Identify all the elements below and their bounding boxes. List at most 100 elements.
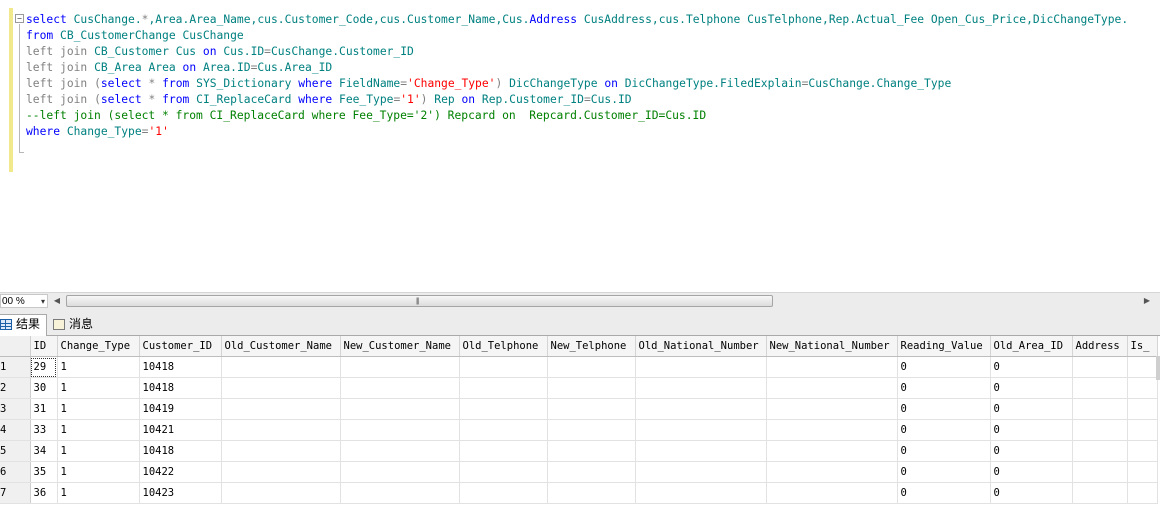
grid-cell[interactable] [635, 356, 767, 378]
grid-cell[interactable] [635, 461, 767, 483]
column-header[interactable]: Customer_ID [139, 336, 222, 357]
results-grid[interactable]: ID Change_Type Customer_ID Old_Customer_Nam… [0, 336, 1160, 507]
grid-cell[interactable] [1072, 398, 1128, 420]
grid-cell[interactable]: 0 [897, 482, 991, 504]
grid-cell[interactable] [221, 419, 341, 441]
grid-cell[interactable] [1072, 482, 1128, 504]
grid-cell[interactable] [766, 461, 898, 483]
grid-cell[interactable]: 10421 [139, 419, 222, 441]
grid-cell[interactable] [1127, 419, 1158, 441]
grid-cell[interactable] [221, 356, 341, 378]
table-row[interactable]: 2 30 1 10418 0 0 [0, 377, 1158, 399]
grid-cell[interactable] [221, 377, 341, 399]
row-number[interactable]: 6 [0, 461, 31, 483]
grid-cell[interactable]: 0 [897, 419, 991, 441]
column-header[interactable]: Address [1072, 336, 1128, 357]
grid-cell[interactable]: 0 [990, 398, 1073, 420]
column-header[interactable]: Old_National_Number [635, 336, 767, 357]
grid-cell[interactable] [340, 482, 460, 504]
grid-cell[interactable]: 0 [897, 356, 991, 378]
grid-cell[interactable]: 0 [990, 482, 1073, 504]
grid-cell[interactable]: 1 [57, 419, 140, 441]
grid-cell[interactable] [1072, 461, 1128, 483]
column-header[interactable]: Old_Telphone [459, 336, 548, 357]
grid-cell[interactable] [547, 398, 636, 420]
grid-cell[interactable] [635, 377, 767, 399]
zoom-dropdown[interactable]: 00 % ▾ [0, 294, 48, 308]
grid-cell[interactable] [340, 398, 460, 420]
table-row[interactable]: 6 35 1 10422 0 0 [0, 461, 1158, 483]
table-row[interactable]: 1 29 1 10418 0 0 [0, 356, 1158, 378]
grid-cell[interactable]: 0 [897, 377, 991, 399]
column-header[interactable]: Old_Area_ID [990, 336, 1073, 357]
grid-cell[interactable] [766, 440, 898, 462]
grid-cell[interactable] [340, 356, 460, 378]
grid-cell[interactable] [766, 419, 898, 441]
grid-cell[interactable] [221, 440, 341, 462]
grid-cell[interactable] [766, 398, 898, 420]
grid-cell[interactable]: 1 [57, 461, 140, 483]
horizontal-scrollbar-thumb[interactable]: ||| [66, 295, 773, 307]
grid-cell[interactable] [221, 461, 341, 483]
column-header[interactable]: New_Customer_Name [340, 336, 460, 357]
grid-cell[interactable] [1127, 356, 1158, 378]
grid-cell[interactable]: 0 [990, 377, 1073, 399]
grid-cell[interactable] [1127, 398, 1158, 420]
grid-cell[interactable]: 29 [30, 356, 58, 378]
grid-cell[interactable] [1127, 461, 1158, 483]
column-header[interactable]: Old_Customer_Name [221, 336, 341, 357]
table-row[interactable]: 5 34 1 10418 0 0 [0, 440, 1158, 462]
grid-cell[interactable] [459, 356, 548, 378]
column-header[interactable]: ID [30, 336, 58, 357]
row-number-header[interactable] [0, 336, 31, 357]
grid-cell[interactable]: 1 [57, 356, 140, 378]
column-header[interactable]: Is_ [1127, 336, 1158, 357]
sql-code[interactable]: select CusChange.*,Area.Area_Name,cus.Cu… [26, 12, 1128, 140]
grid-cell[interactable] [1127, 482, 1158, 504]
grid-cell[interactable]: 0 [990, 356, 1073, 378]
grid-cell[interactable] [766, 356, 898, 378]
grid-cell[interactable]: 0 [990, 440, 1073, 462]
grid-cell[interactable] [547, 482, 636, 504]
grid-cell[interactable] [459, 377, 548, 399]
table-row[interactable]: 3 31 1 10419 0 0 [0, 398, 1158, 420]
grid-cell[interactable] [635, 419, 767, 441]
row-number[interactable]: 2 [0, 377, 31, 399]
grid-cell[interactable] [340, 461, 460, 483]
scroll-right-arrow-icon[interactable]: ▶ [1142, 295, 1152, 307]
grid-cell[interactable]: 0 [897, 461, 991, 483]
grid-cell[interactable]: 10418 [139, 377, 222, 399]
grid-cell[interactable] [340, 377, 460, 399]
grid-cell[interactable] [459, 440, 548, 462]
grid-cell[interactable] [547, 356, 636, 378]
row-number[interactable]: 4 [0, 419, 31, 441]
grid-cell[interactable]: 0 [990, 419, 1073, 441]
grid-cell[interactable]: 10423 [139, 482, 222, 504]
grid-cell[interactable] [340, 419, 460, 441]
row-number[interactable]: 1 [0, 356, 31, 378]
table-row[interactable]: 4 33 1 10421 0 0 [0, 419, 1158, 441]
grid-cell[interactable] [221, 482, 341, 504]
grid-cell[interactable] [547, 377, 636, 399]
grid-cell[interactable] [459, 398, 548, 420]
tab-results[interactable]: 结果 [0, 314, 47, 336]
column-header[interactable]: New_National_Number [766, 336, 898, 357]
grid-cell[interactable]: 10422 [139, 461, 222, 483]
grid-cell[interactable] [221, 398, 341, 420]
grid-cell[interactable] [1127, 377, 1158, 399]
grid-cell[interactable] [547, 461, 636, 483]
grid-cell[interactable] [1072, 440, 1128, 462]
grid-cell[interactable] [547, 419, 636, 441]
grid-cell[interactable] [459, 482, 548, 504]
dropdown-arrow-icon[interactable]: ▾ [41, 295, 45, 309]
row-number[interactable]: 3 [0, 398, 31, 420]
grid-cell[interactable]: 35 [30, 461, 58, 483]
column-header[interactable]: Change_Type [57, 336, 140, 357]
row-number[interactable]: 5 [0, 440, 31, 462]
column-header[interactable]: New_Telphone [547, 336, 636, 357]
grid-cell[interactable]: 1 [57, 377, 140, 399]
grid-cell[interactable] [635, 398, 767, 420]
grid-cell[interactable]: 10418 [139, 440, 222, 462]
grid-cell[interactable]: 1 [57, 440, 140, 462]
grid-cell[interactable] [459, 419, 548, 441]
